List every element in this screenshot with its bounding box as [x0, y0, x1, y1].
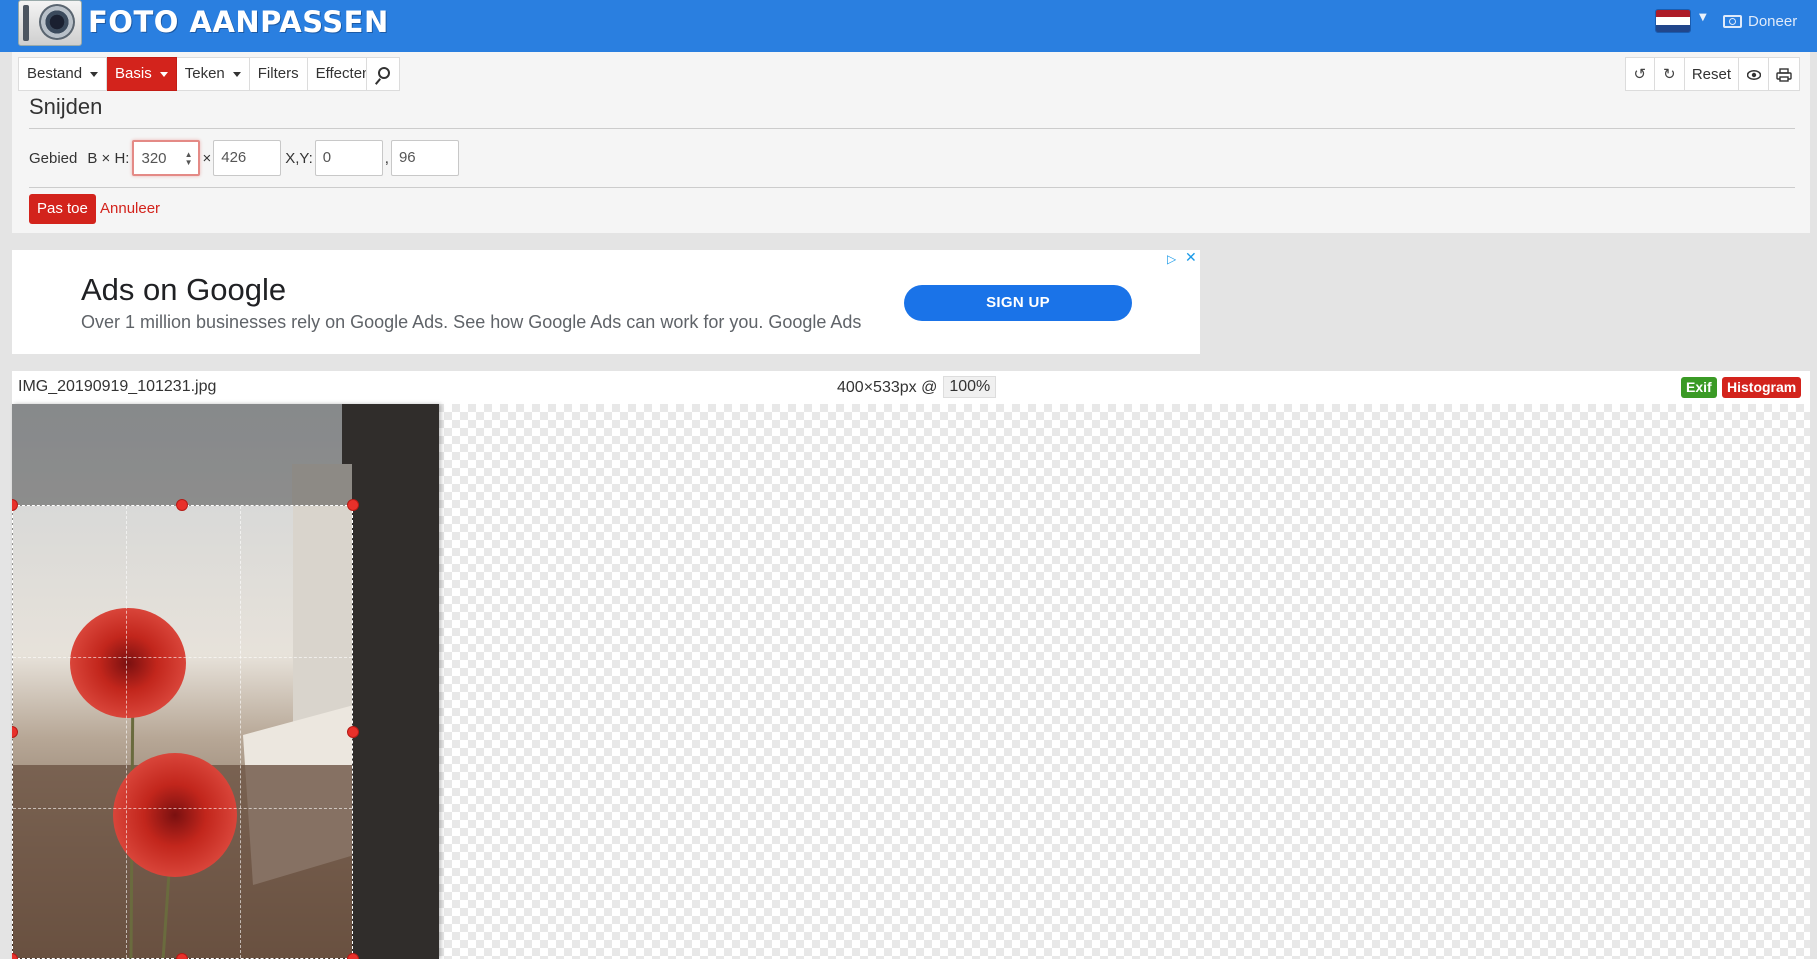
menu-basis[interactable]: Basis — [107, 57, 177, 91]
tool-panel: Bestand Basis Teken Filters Effecten ↺ ↻… — [12, 52, 1810, 233]
size-label: B × H: — [87, 149, 130, 167]
ad-choices-icon[interactable]: ▷ — [1167, 252, 1176, 266]
donate-link[interactable]: Doneer — [1723, 10, 1797, 32]
comma-separator: , — [384, 149, 389, 167]
position-label: X,Y: — [285, 149, 313, 167]
undo-button[interactable]: ↺ — [1624, 57, 1655, 91]
crop-handle-ne[interactable] — [347, 499, 359, 511]
crop-y-value: 96 — [398, 149, 416, 166]
crop-selection[interactable] — [12, 505, 353, 959]
action-toolbar: ↺ ↻ Reset — [1624, 57, 1800, 91]
nl-flag-icon[interactable] — [1655, 9, 1691, 33]
image-info-bar: IMG_20190919_101231.jpg 400×533px @ 100%… — [12, 371, 1810, 404]
main-menu: Bestand Basis Teken Filters Effecten — [18, 57, 380, 91]
top-header: FOTO AANPASSEN ▼ Doneer — [0, 0, 1817, 52]
crop-handle-e[interactable] — [347, 726, 359, 738]
crop-handle-s[interactable] — [176, 953, 188, 959]
crop-handle-n[interactable] — [176, 499, 188, 511]
times-separator: × — [202, 149, 212, 167]
crop-section-title: Snijden — [29, 94, 103, 119]
ad-text[interactable]: Over 1 million businesses rely on Google… — [81, 312, 861, 333]
donate-label: Doneer — [1748, 12, 1798, 30]
language-dropdown-caret-icon[interactable]: ▼ — [1699, 12, 1707, 23]
menu-teken-label: Teken — [184, 65, 225, 82]
ad-close-icon[interactable]: ✕ — [1185, 250, 1197, 266]
menu-filters[interactable]: Filters — [249, 57, 308, 91]
photo-preview[interactable] — [12, 404, 439, 959]
preview-button[interactable] — [1739, 57, 1769, 91]
crop-width-input[interactable]: 320 ▲ ▼ — [132, 140, 201, 176]
crop-height-value: 426 — [221, 149, 247, 166]
caret-down-icon — [232, 71, 241, 77]
undo-icon: ↺ — [1633, 66, 1647, 83]
image-dimensions: 400×533px @ 100% — [837, 376, 997, 398]
editor-canvas[interactable] — [12, 404, 1810, 959]
eye-icon — [1746, 70, 1761, 80]
area-label: Gebied — [29, 149, 78, 167]
money-icon — [1723, 14, 1742, 28]
image-size-text: 400×533px @ — [837, 379, 938, 396]
menu-filters-label: Filters — [257, 65, 299, 82]
menu-bestand-label: Bestand — [27, 65, 83, 82]
site-logo-text[interactable]: FOTO AANPASSEN — [88, 5, 389, 39]
menu-bestand[interactable]: Bestand — [18, 57, 108, 91]
caret-down-icon — [159, 71, 168, 77]
crop-height-input[interactable]: 426 — [213, 140, 282, 176]
ad-signup-button[interactable]: SIGN UP — [904, 285, 1132, 321]
crop-x-input[interactable]: 0 — [314, 140, 383, 176]
crop-width-value: 320 — [141, 150, 167, 167]
redo-button[interactable]: ↻ — [1654, 57, 1685, 91]
zoom-level[interactable]: 100% — [943, 376, 997, 398]
search-button[interactable] — [366, 57, 400, 91]
reset-button[interactable]: Reset — [1684, 57, 1739, 91]
crop-handle-se[interactable] — [347, 953, 359, 959]
print-icon — [1776, 68, 1792, 82]
print-button[interactable] — [1769, 57, 1800, 91]
menu-teken[interactable]: Teken — [176, 57, 250, 91]
caret-down-icon — [90, 71, 99, 77]
spinner-icon[interactable]: ▲ ▼ — [185, 151, 193, 167]
crop-controls: Gebied B × H: 320 ▲ ▼ × 426 X,Y: 0 , 96 — [29, 140, 459, 176]
divider — [29, 187, 1795, 188]
camera-logo-icon[interactable] — [18, 0, 82, 46]
menu-basis-label: Basis — [115, 65, 152, 82]
cancel-link[interactable]: Annuleer — [100, 194, 160, 224]
histogram-button[interactable]: Histogram — [1722, 377, 1802, 398]
exif-button[interactable]: Exif — [1681, 377, 1717, 398]
ad-banner[interactable]: Ads on Google Over 1 million businesses … — [12, 250, 1200, 354]
divider — [29, 128, 1795, 129]
menu-effecten-label: Effecten — [315, 65, 371, 82]
apply-button[interactable]: Pas toe — [29, 194, 96, 224]
crop-x-value: 0 — [322, 149, 332, 166]
image-filename: IMG_20190919_101231.jpg — [18, 378, 217, 395]
crop-y-input[interactable]: 96 — [390, 140, 459, 176]
search-icon — [378, 67, 390, 79]
ad-title[interactable]: Ads on Google — [81, 272, 286, 308]
redo-icon: ↻ — [1663, 66, 1676, 83]
